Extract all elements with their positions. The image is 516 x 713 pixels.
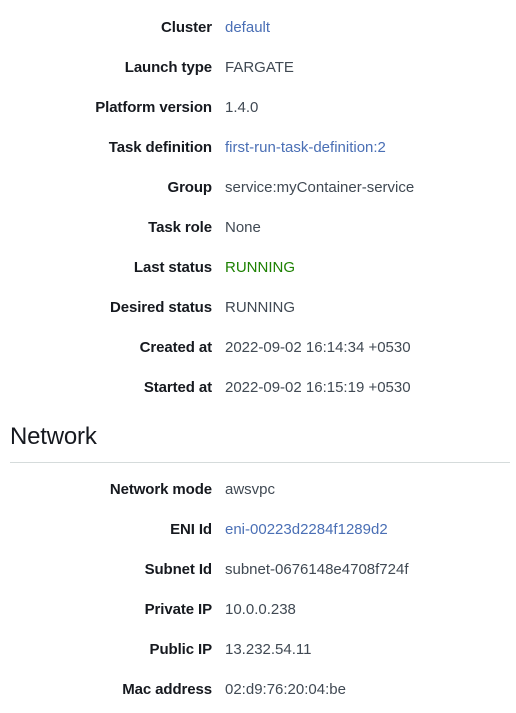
- detail-value-platform-version: 1.4.0: [225, 99, 259, 116]
- network-details-list: Network mode awsvpc ENI Id eni-00223d228…: [0, 463, 516, 710]
- detail-value-group: service:myContainer-service: [225, 179, 415, 196]
- detail-value-started-at: 2022-09-02 16:15:19 +0530: [225, 379, 411, 396]
- detail-row-mac-address: Mac address 02:d9:76:20:04:be: [0, 670, 516, 710]
- detail-value-public-ip: 13.232.54.11: [225, 641, 312, 658]
- detail-value-cluster-link[interactable]: default: [212, 8, 270, 48]
- task-details-list: Cluster default Launch type FARGATE Plat…: [0, 8, 516, 408]
- detail-label-task-definition: Task definition: [108, 139, 212, 156]
- detail-label-private-ip: Private IP: [144, 601, 212, 618]
- detail-row-desired-status: Desired status RUNNING: [0, 288, 516, 328]
- detail-value-task-definition-link[interactable]: first-run-task-definition:2: [212, 128, 386, 168]
- detail-label-started-at: Started at: [143, 379, 212, 396]
- detail-row-cluster: Cluster default: [0, 8, 516, 48]
- task-detail-pane: Cluster default Launch type FARGATE Plat…: [0, 0, 516, 710]
- detail-row-private-ip: Private IP 10.0.0.238: [0, 590, 516, 630]
- detail-label-platform-version: Platform version: [95, 99, 212, 116]
- detail-label-last-status: Last status: [133, 259, 212, 276]
- detail-row-network-mode: Network mode awsvpc: [0, 470, 516, 510]
- detail-row-public-ip: Public IP 13.232.54.11: [0, 630, 516, 670]
- detail-label-group: Group: [167, 179, 213, 196]
- detail-value-network-mode: awsvpc: [225, 481, 276, 498]
- detail-value-eni-id-link[interactable]: eni-00223d2284f1289d2: [212, 510, 388, 550]
- detail-row-started-at: Started at 2022-09-02 16:15:19 +0530: [0, 368, 516, 408]
- detail-value-private-ip: 10.0.0.238: [225, 601, 296, 618]
- detail-value-task-role: None: [225, 219, 261, 236]
- detail-value-subnet-id: subnet-0676148e4708f724f: [225, 561, 409, 578]
- status-badge-last-status: RUNNING: [225, 259, 295, 276]
- detail-row-task-role: Task role None: [0, 208, 516, 248]
- detail-row-created-at: Created at 2022-09-02 16:14:34 +0530: [0, 328, 516, 368]
- detail-value-mac-address: 02:d9:76:20:04:be: [225, 681, 346, 698]
- detail-label-created-at: Created at: [139, 339, 212, 356]
- detail-label-subnet-id: Subnet Id: [144, 561, 213, 578]
- network-section-title: Network: [10, 423, 97, 450]
- detail-row-eni-id: ENI Id eni-00223d2284f1289d2: [0, 510, 516, 550]
- detail-label-task-role: Task role: [148, 219, 212, 236]
- detail-label-mac-address: Mac address: [122, 681, 212, 698]
- detail-row-last-status: Last status RUNNING: [0, 248, 516, 288]
- detail-row-group: Group service:myContainer-service: [0, 168, 516, 208]
- detail-row-platform-version: Platform version 1.4.0: [0, 88, 516, 128]
- detail-label-desired-status: Desired status: [110, 299, 212, 316]
- detail-label-launch-type: Launch type: [124, 59, 212, 76]
- detail-label-public-ip: Public IP: [149, 641, 213, 658]
- detail-value-desired-status: RUNNING: [225, 299, 295, 316]
- detail-row-launch-type: Launch type FARGATE: [0, 48, 516, 88]
- detail-row-subnet-id: Subnet Id subnet-0676148e4708f724f: [0, 550, 516, 590]
- detail-value-created-at: 2022-09-02 16:14:34 +0530: [225, 339, 411, 356]
- detail-label-eni-id: ENI Id: [170, 521, 212, 538]
- detail-value-launch-type: FARGATE: [225, 59, 294, 76]
- detail-label-cluster: Cluster: [161, 19, 212, 36]
- detail-row-task-definition: Task definition first-run-task-definitio…: [0, 128, 516, 168]
- detail-label-network-mode: Network mode: [109, 481, 212, 498]
- network-section-header: Network: [0, 421, 516, 463]
